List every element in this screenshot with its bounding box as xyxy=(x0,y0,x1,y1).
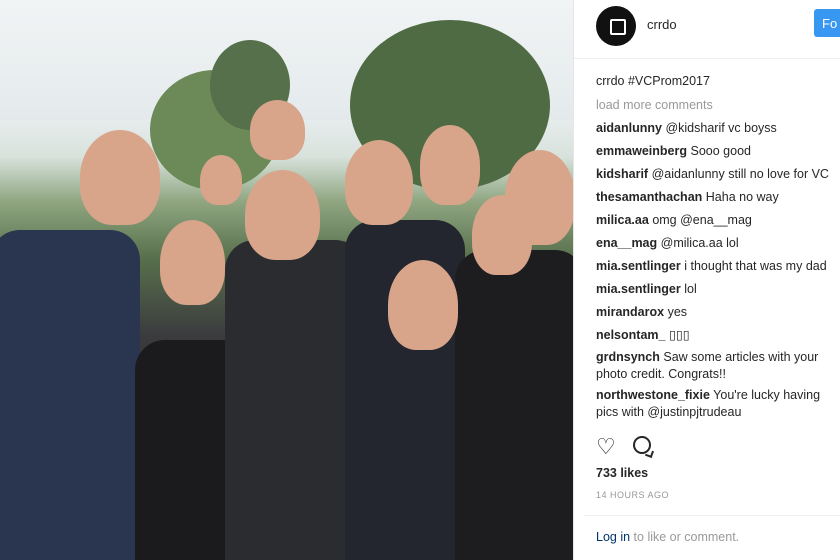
comment-user[interactable]: aidanlunny xyxy=(596,121,662,135)
face xyxy=(160,220,225,305)
face xyxy=(420,125,480,205)
comment-list: crrdo #VCProm2017 load more comments aid… xyxy=(596,70,836,425)
comment-text: yes xyxy=(667,305,688,319)
comment-user[interactable]: kidsharif xyxy=(596,167,648,181)
caption-text[interactable]: #VCProm2017 xyxy=(628,74,710,88)
comment-user[interactable]: emmaweinberg xyxy=(596,144,687,158)
person xyxy=(0,230,140,560)
face xyxy=(388,260,458,350)
face xyxy=(200,155,242,205)
face xyxy=(80,130,160,225)
comment: kidsharif @aidanlunny still no love for … xyxy=(596,163,836,186)
caption: crrdo #VCProm2017 xyxy=(596,70,836,93)
brand-cube-icon[interactable] xyxy=(596,6,636,46)
comment-text: @aidanlunny still no love for VC xyxy=(651,167,829,181)
comment: mia.sentlinger i thought that was my dad xyxy=(596,255,836,278)
comment: milica.aa omg @ena__mag xyxy=(596,209,836,232)
comment-user[interactable]: grdnsynch xyxy=(596,350,660,364)
comment: grdnsynch Saw some articles with your ph… xyxy=(596,349,836,383)
comment-text: Sooo good xyxy=(690,144,751,158)
login-text: to like or comment. xyxy=(633,530,740,544)
heart-icon[interactable]: ♡ xyxy=(596,436,616,458)
comment-text: @kidsharif vc boyss xyxy=(665,121,777,135)
face xyxy=(505,150,573,245)
comment-icon[interactable] xyxy=(633,436,651,454)
comment-user[interactable]: thesamanthachan xyxy=(596,190,702,204)
comment: mirandarox yes xyxy=(596,301,836,324)
post-sidebar: crrdo Fo crrdo #VCProm2017 load more com… xyxy=(573,0,840,560)
face xyxy=(345,140,413,225)
person xyxy=(455,250,573,560)
comment-text: lol xyxy=(684,282,697,296)
comment-user[interactable]: ena__mag xyxy=(596,236,657,250)
face xyxy=(250,100,305,160)
comment: northwestone_fixie You're lucky having p… xyxy=(596,387,836,421)
likes-count[interactable]: 733 likes xyxy=(596,466,648,480)
comment-user[interactable]: mirandarox xyxy=(596,305,664,319)
comment-text: @milica.aa lol xyxy=(660,236,739,250)
comment: nelsontam_ ▯▯▯ xyxy=(596,324,836,347)
login-prompt: Log in to like or comment. xyxy=(596,530,739,544)
follow-button[interactable]: Fo xyxy=(814,9,840,37)
timestamp: 14 HOURS AGO xyxy=(596,490,670,500)
comment-user[interactable]: mia.sentlinger xyxy=(596,282,681,296)
username[interactable]: crrdo xyxy=(647,17,677,32)
comment: thesamanthachan Haha no way xyxy=(596,186,836,209)
load-more-link[interactable]: load more comments xyxy=(596,93,836,117)
face xyxy=(245,170,320,260)
comment: mia.sentlinger lol xyxy=(596,278,836,301)
comment-text: Haha no way xyxy=(705,190,779,204)
action-bar: ♡ xyxy=(596,432,696,460)
comment-text: i thought that was my dad xyxy=(684,259,827,273)
comment-text: omg @ena__mag xyxy=(652,213,752,227)
login-link[interactable]: Log in xyxy=(596,530,630,544)
comment-user[interactable]: mia.sentlinger xyxy=(596,259,681,273)
caption-user[interactable]: crrdo xyxy=(596,74,624,88)
comment: emmaweinberg Sooo good xyxy=(596,140,836,163)
post-header: crrdo Fo xyxy=(574,0,840,59)
comment: ena__mag @milica.aa lol xyxy=(596,232,836,255)
post-photo[interactable] xyxy=(0,0,573,560)
comment-user[interactable]: nelsontam_ xyxy=(596,328,665,342)
comment: aidanlunny @kidsharif vc boyss xyxy=(596,117,836,140)
comment-text: ▯▯▯ xyxy=(668,328,690,342)
divider xyxy=(584,515,840,516)
comment-user[interactable]: milica.aa xyxy=(596,213,649,227)
person xyxy=(225,240,365,560)
comment-user[interactable]: northwestone_fixie xyxy=(596,388,710,402)
